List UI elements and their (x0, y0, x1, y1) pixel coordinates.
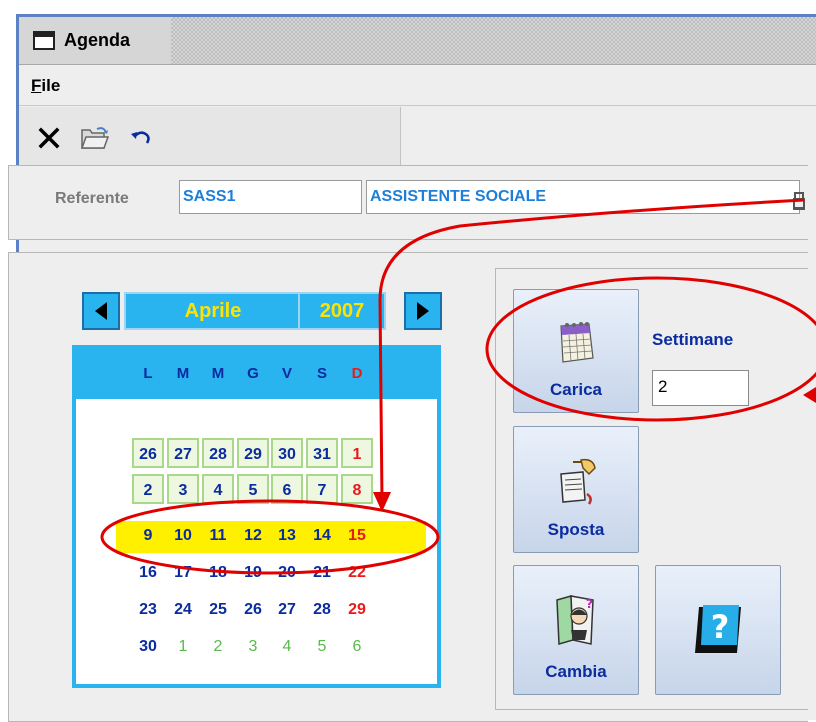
settimane-input[interactable]: 2 (652, 370, 749, 406)
calendar-day[interactable]: 30 (132, 632, 164, 662)
weekday-header: LMMGVSD (76, 349, 437, 399)
calendar-day[interactable]: 2 (202, 632, 234, 662)
window-title: Agenda (64, 30, 131, 50)
cambia-button[interactable]: ? Cambia (513, 565, 639, 695)
move-agenda-icon (560, 458, 596, 505)
weekday-2: M (211, 365, 225, 382)
triangle-right-icon (417, 302, 429, 320)
calendar-day[interactable]: 6 (271, 474, 303, 504)
sposta-button[interactable]: Sposta (513, 426, 639, 553)
menu-file-mnemonic: F (31, 75, 42, 95)
close-icon (38, 127, 60, 148)
calendar-icon (560, 322, 594, 363)
calendar-day[interactable]: 3 (167, 474, 199, 504)
weekday-6: D (351, 365, 363, 382)
calendar-day[interactable]: 18 (202, 558, 234, 588)
calendar-day[interactable]: 13 (271, 521, 303, 551)
weekday-0: L (143, 365, 153, 382)
calendar-day[interactable]: 29 (237, 438, 269, 468)
help-button[interactable]: ? (655, 565, 781, 695)
calendar-day[interactable]: 5 (237, 474, 269, 504)
calendar-day[interactable]: 8 (341, 474, 373, 504)
menu-file-rest: ile (41, 75, 61, 95)
weekday-4: V (281, 365, 292, 382)
calendar-day[interactable]: 2 (132, 474, 164, 504)
weekday-1: M (176, 365, 190, 382)
cambia-label: Cambia (545, 662, 607, 681)
help-icon: ? (695, 605, 741, 653)
weekday-5: S (316, 365, 327, 382)
calendar-day[interactable]: 4 (202, 474, 234, 504)
calendar-day[interactable]: 27 (167, 438, 199, 468)
calendar-day[interactable]: 4 (271, 632, 303, 662)
calendar-day[interactable]: 10 (167, 521, 199, 551)
year-label: 2007 (298, 292, 386, 330)
undo-icon (131, 131, 150, 144)
triangle-left-icon (95, 302, 107, 320)
svg-text:?: ? (586, 597, 593, 611)
calendar-day[interactable]: 20 (271, 558, 303, 588)
calendar-day[interactable]: 6 (341, 632, 373, 662)
calendar-day[interactable]: 15 (341, 521, 373, 551)
undo-button[interactable] (125, 122, 157, 154)
calendar-day[interactable]: 28 (202, 438, 234, 468)
toolbar (19, 107, 401, 169)
carica-button[interactable]: Carica (513, 289, 639, 413)
calendar-day[interactable]: 9 (132, 521, 164, 551)
referente-code-field[interactable]: SASS1 (179, 180, 362, 214)
calendar-day[interactable]: 21 (306, 558, 338, 588)
calendar-day[interactable]: 29 (341, 595, 373, 625)
calendar-day[interactable]: 14 (306, 521, 338, 551)
person-book-icon: ? (556, 595, 594, 645)
calendar-day[interactable]: 7 (306, 474, 338, 504)
calendar-day[interactable]: 25 (202, 595, 234, 625)
carica-label: Carica (550, 380, 602, 399)
referente-description-field[interactable]: ASSISTENTE SOCIALE (366, 180, 800, 214)
title-chip: Agenda (19, 17, 171, 64)
calendar-day[interactable]: 5 (306, 632, 338, 662)
month-label: Aprile (124, 292, 302, 330)
calendar-day[interactable]: 17 (167, 558, 199, 588)
calendar-day[interactable]: 31 (306, 438, 338, 468)
calendar-day[interactable]: 19 (237, 558, 269, 588)
referente-label: Referente (55, 190, 129, 207)
calendar-day[interactable]: 26 (237, 595, 269, 625)
open-folder-icon (80, 126, 110, 149)
referente-panel: Referente SASS1 ASSISTENTE SOCIALE (8, 165, 808, 240)
calendar-day[interactable]: 16 (132, 558, 164, 588)
prev-month-button[interactable] (82, 292, 120, 330)
calendar-day[interactable]: 12 (237, 521, 269, 551)
title-bar[interactable]: Agenda (19, 17, 816, 65)
calendar-day[interactable]: 28 (306, 595, 338, 625)
calendar-day[interactable]: 11 (202, 521, 234, 551)
calendar-day[interactable]: 22 (341, 558, 373, 588)
calendar-day[interactable]: 27 (271, 595, 303, 625)
calendar-day[interactable]: 26 (132, 438, 164, 468)
weekday-3: G (247, 365, 259, 382)
calendar-day[interactable]: 1 (341, 438, 373, 468)
calendar-day[interactable]: 23 (132, 595, 164, 625)
calendar-day[interactable]: 24 (167, 595, 199, 625)
open-button[interactable] (79, 122, 111, 154)
next-month-button[interactable] (404, 292, 442, 330)
help-glyph: ? (711, 608, 730, 646)
calendar-day[interactable]: 3 (237, 632, 269, 662)
window-icon (33, 31, 55, 50)
lookup-icon[interactable] (791, 190, 805, 212)
menu-file[interactable]: File (31, 76, 60, 96)
settimane-label: Settimane (652, 330, 734, 349)
calendar-day[interactable]: 1 (167, 632, 199, 662)
close-button[interactable] (33, 122, 65, 154)
sposta-label: Sposta (547, 520, 605, 539)
calendar-day[interactable]: 30 (271, 438, 303, 468)
menu-bar: File (19, 66, 816, 106)
